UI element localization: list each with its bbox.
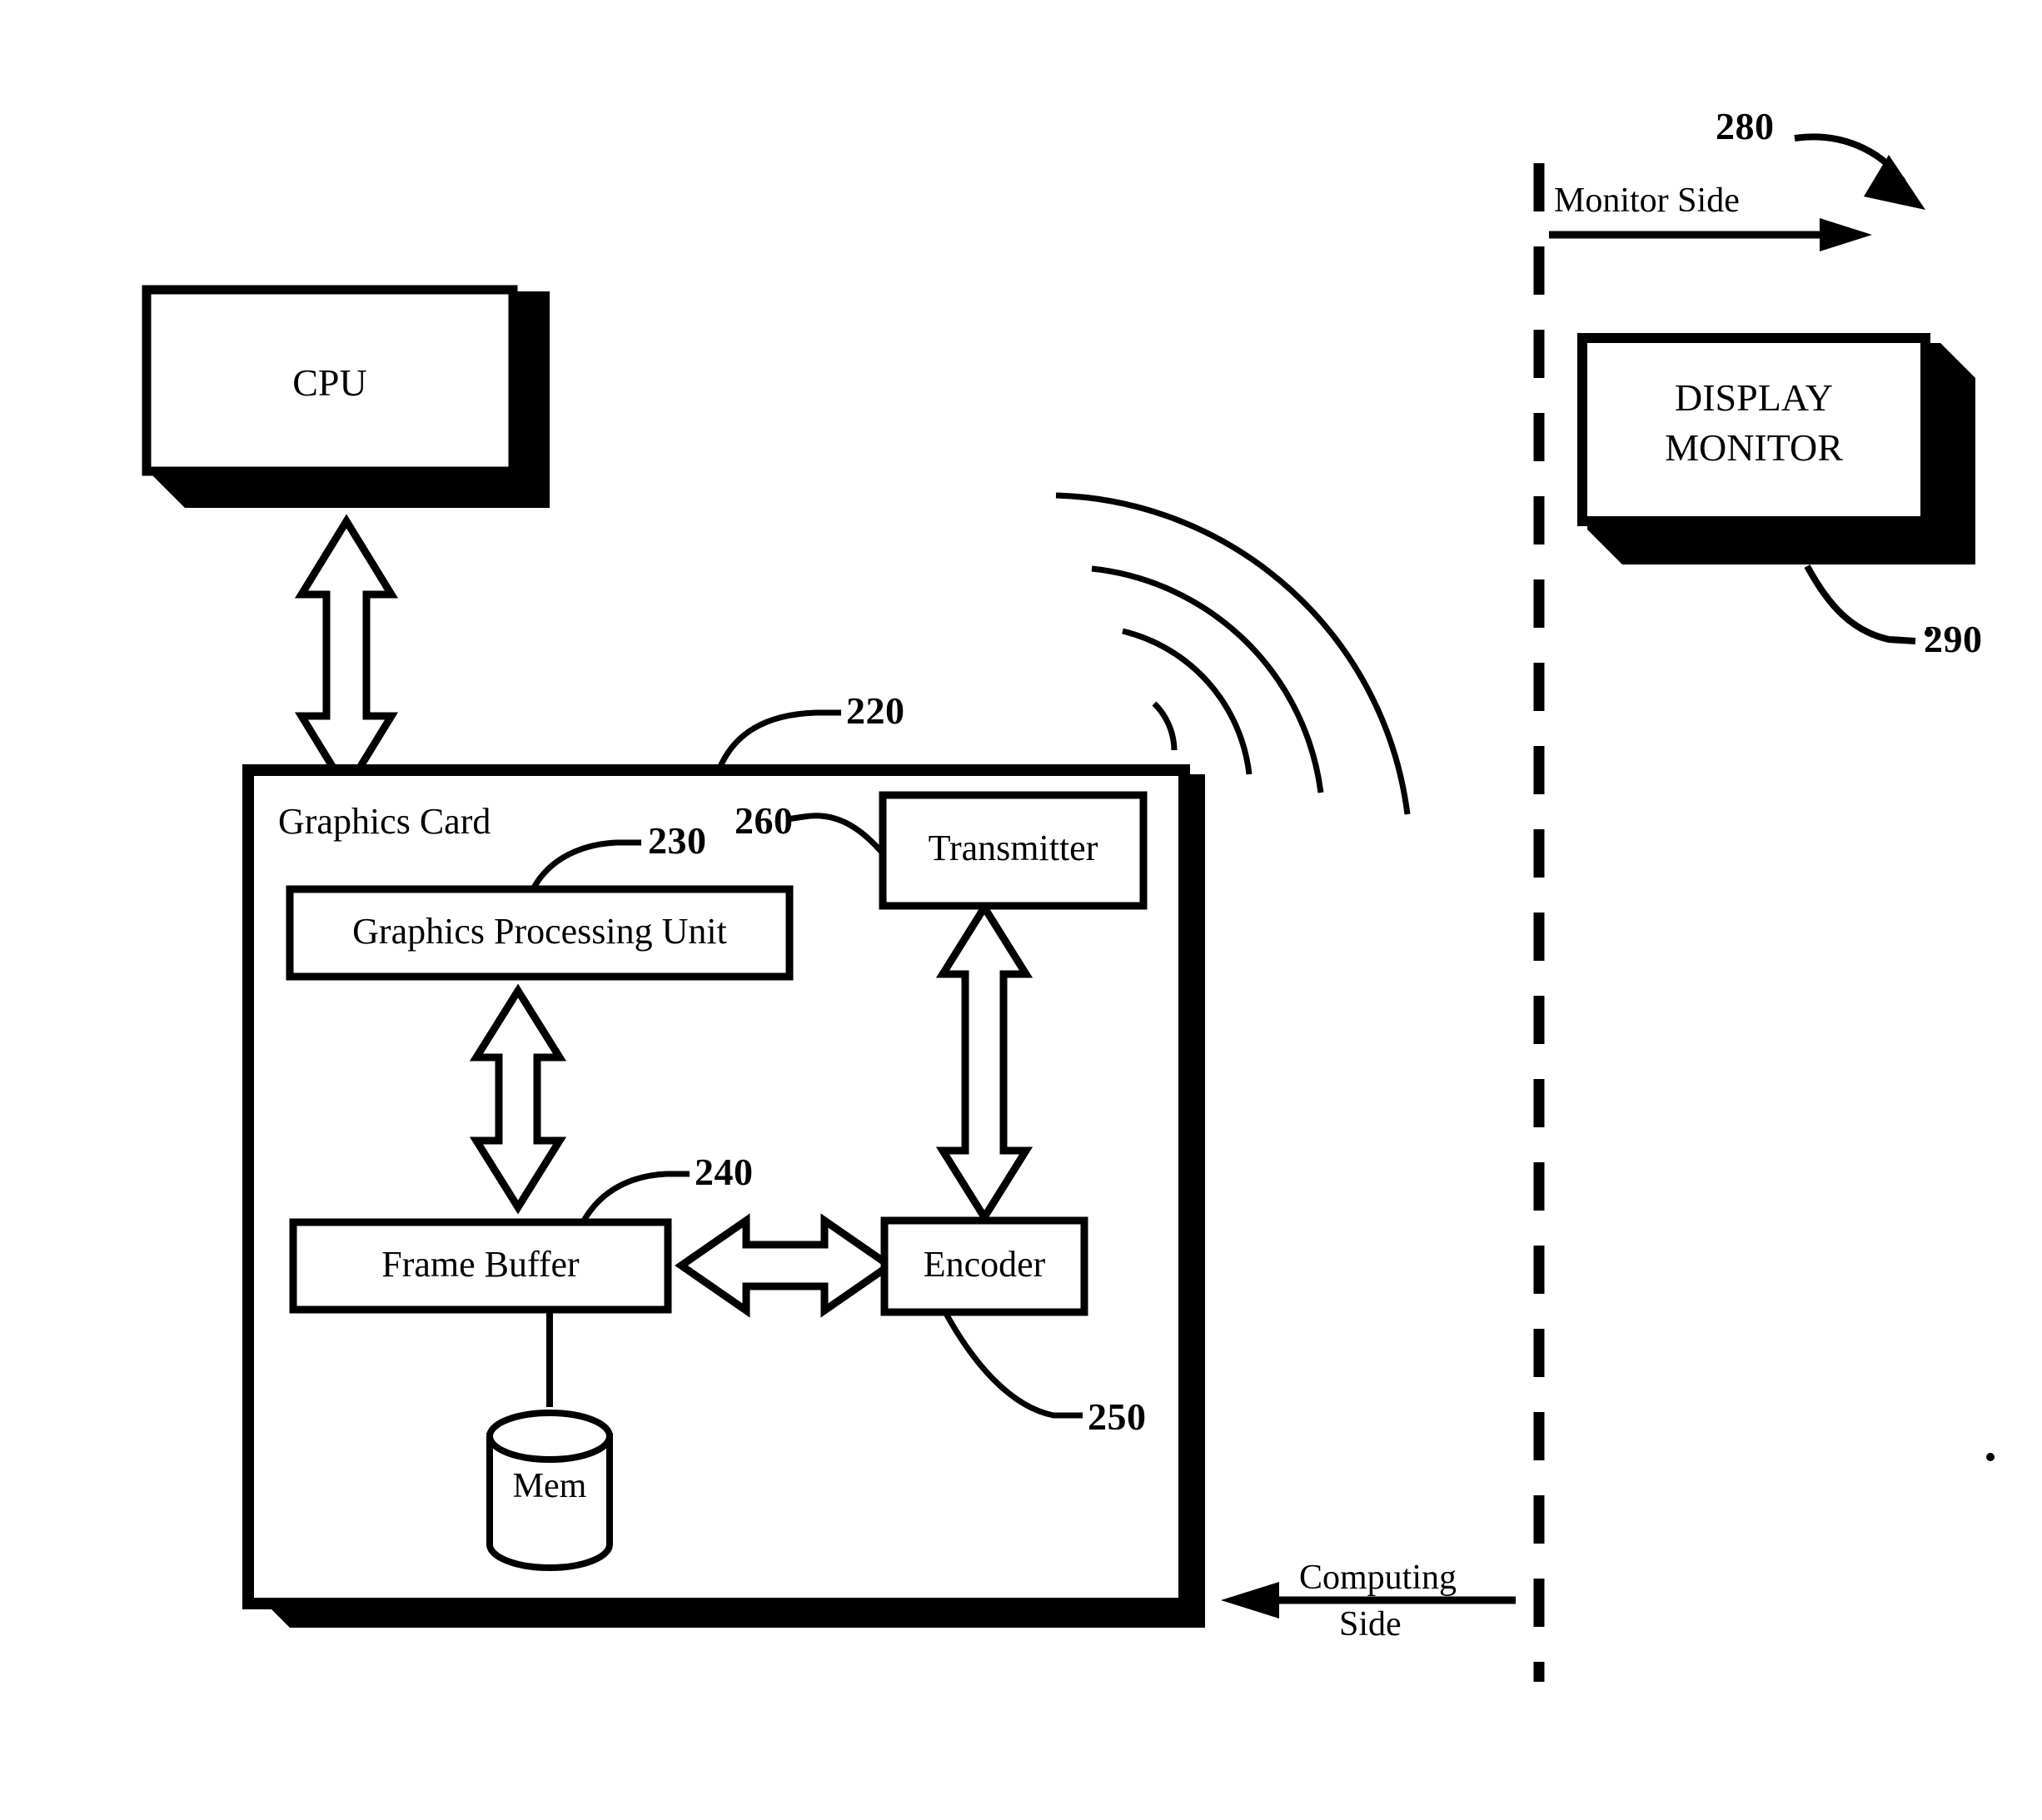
gpu-label: Graphics Processing Unit — [352, 911, 727, 952]
reference-numeral-220: 220 — [846, 689, 905, 732]
reference-numeral-260: 260 — [735, 799, 794, 842]
scan-artifact-dot — [1986, 1453, 1995, 1461]
figure-vector-layer — [142, 133, 1995, 1682]
reference-numeral-240: 240 — [695, 1151, 754, 1193]
graphics-card-label: Graphics Card — [278, 801, 491, 842]
monitor-side-label: Monitor Side — [1554, 182, 1740, 220]
mem-label: Mem — [512, 1467, 587, 1505]
cpu-to-graphics-card-arrow — [294, 514, 399, 797]
monitor-side-arrow — [1549, 218, 1872, 251]
cpu-label: CPU — [292, 361, 367, 404]
reference-numeral-280: 280 — [1716, 105, 1775, 147]
reference-numeral-230: 230 — [648, 819, 707, 862]
patent-figure: CPU Graphics Card 220 230 Graphics Proce… — [0, 0, 2042, 1820]
leader-280-arrow — [1794, 133, 1925, 210]
computing-side-label-line2: Side — [1339, 1605, 1402, 1643]
reference-numeral-250: 250 — [1088, 1395, 1147, 1438]
computing-side-label-line1: Computing — [1299, 1559, 1457, 1597]
leader-220 — [715, 709, 841, 774]
transmitter-label: Transmitter — [928, 828, 1098, 868]
reference-numeral-290: 290 — [1924, 618, 1983, 660]
leader-290 — [1804, 564, 1916, 644]
display-monitor-label-line1: DISPLAY — [1674, 376, 1834, 419]
encoder-label: Encoder — [923, 1244, 1046, 1285]
display-monitor-label-line2: MONITOR — [1665, 426, 1843, 469]
frame-buffer-label: Frame Buffer — [381, 1244, 580, 1285]
